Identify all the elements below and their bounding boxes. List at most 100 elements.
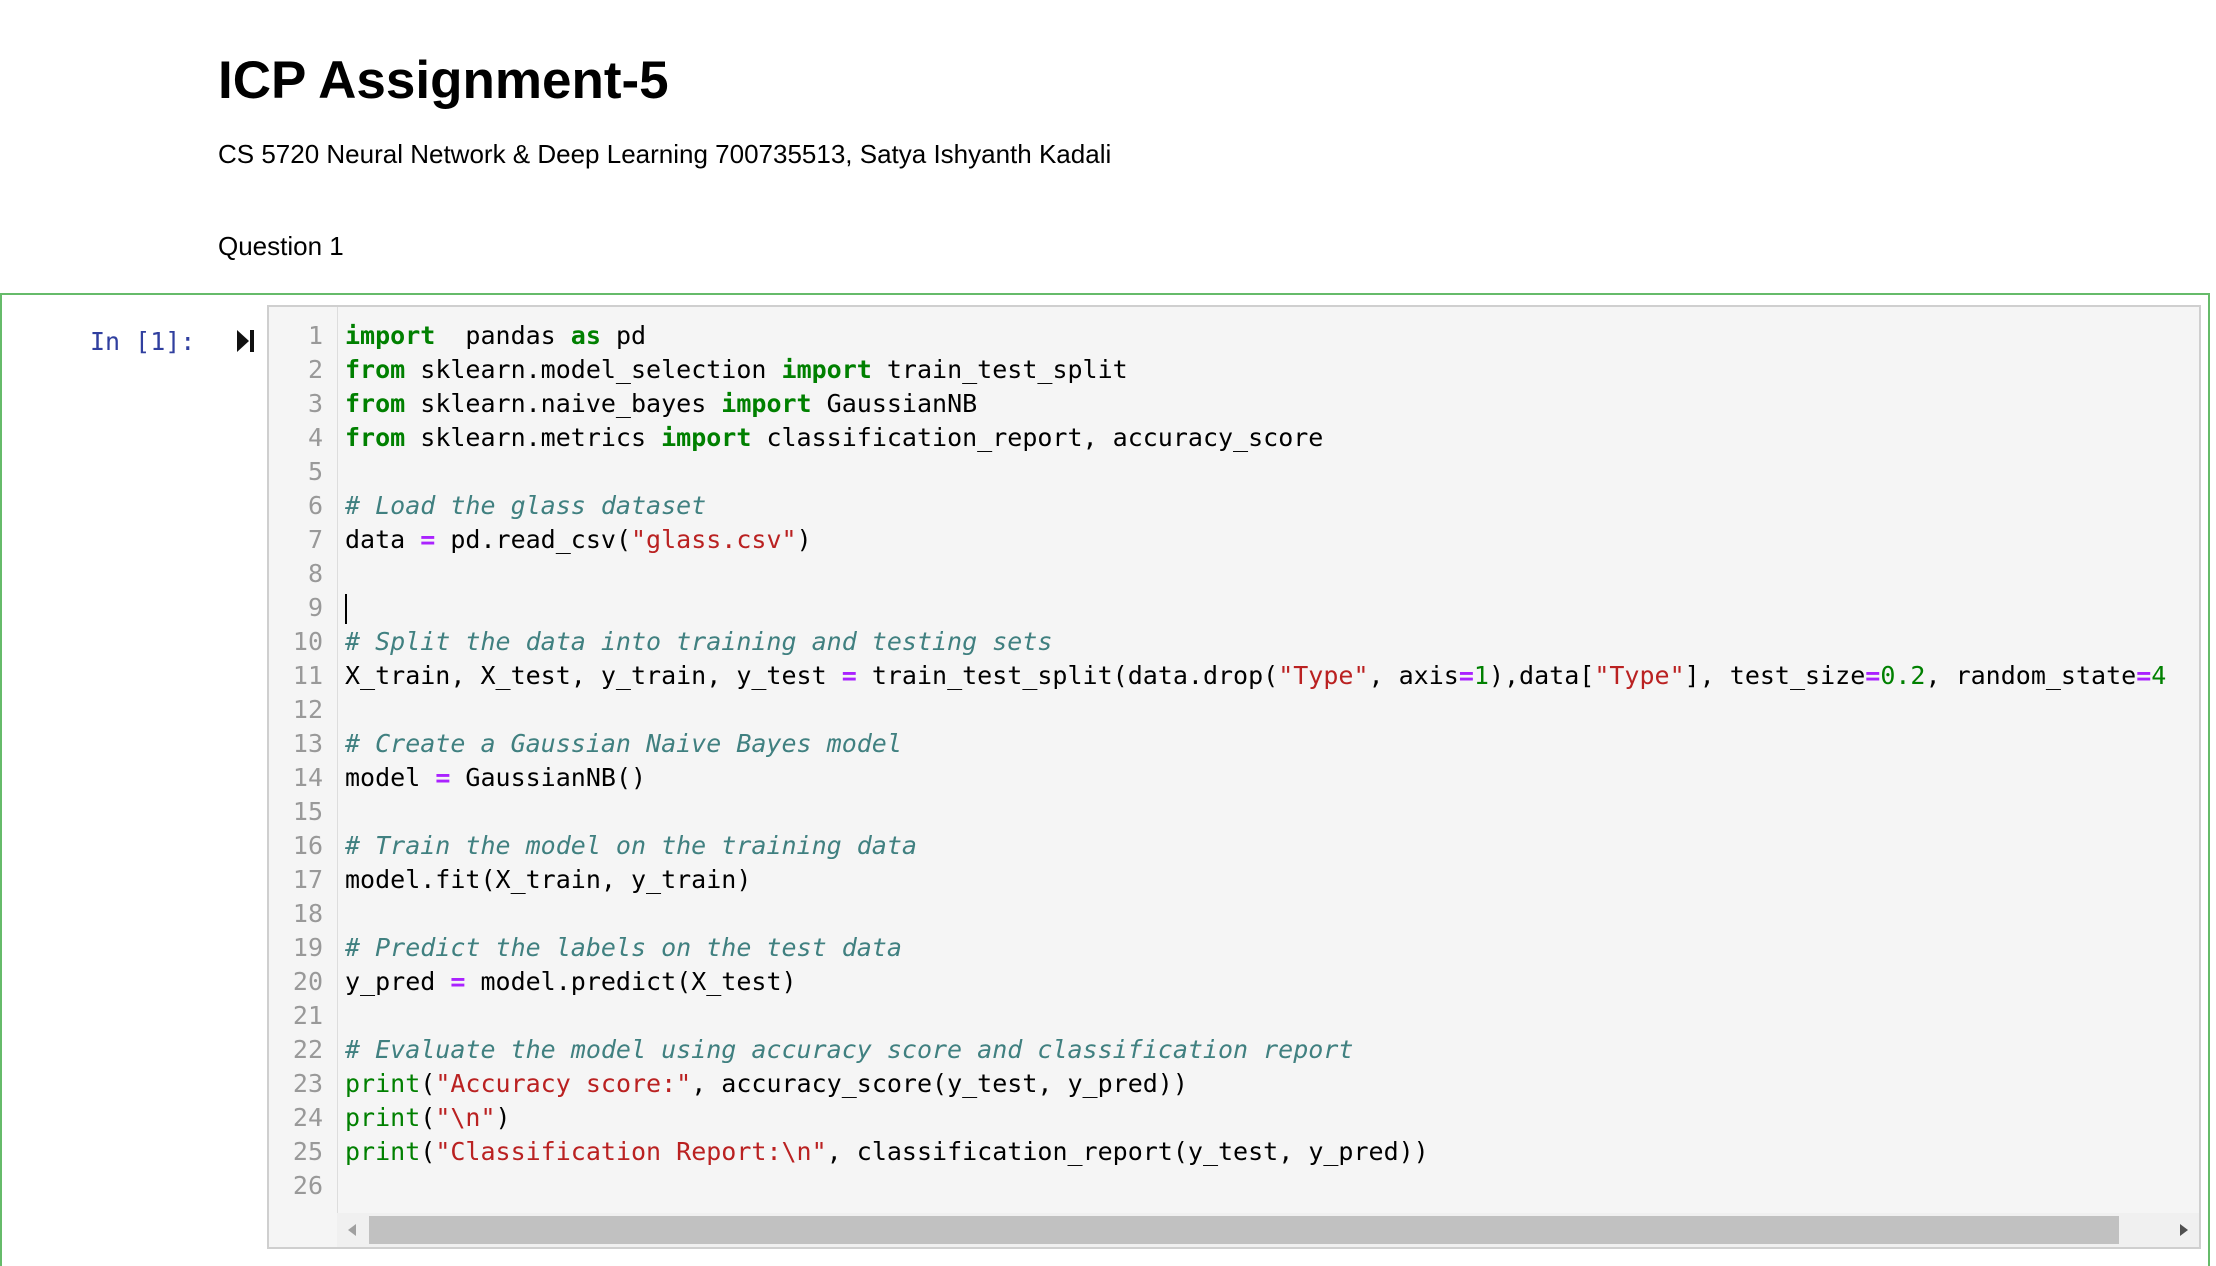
code-text[interactable]: # Train the model on the training data xyxy=(345,829,917,863)
code-token: ) xyxy=(495,1103,511,1132)
code-line[interactable]: 15 xyxy=(269,795,2199,829)
code-token: # Predict the labels on the test data xyxy=(345,933,902,962)
scroll-right-icon xyxy=(2180,1224,2188,1236)
notebook-title: ICP Assignment-5 xyxy=(218,51,669,110)
code-line[interactable]: 21 xyxy=(269,999,2199,1033)
code-token: "Accuracy score:" xyxy=(435,1069,692,1098)
notebook-subtitle: CS 5720 Neural Network & Deep Learning 7… xyxy=(218,139,1112,169)
code-text[interactable]: print("\n") xyxy=(345,1101,511,1135)
code-token: import xyxy=(661,423,752,452)
code-line[interactable]: 1 import pandas as pd xyxy=(269,319,2199,353)
scroll-right-button[interactable] xyxy=(2169,1213,2199,1247)
code-text[interactable]: y_pred = model.predict(X_test) xyxy=(345,965,797,999)
code-text[interactable]: print("Accuracy score:", accuracy_score(… xyxy=(345,1067,1188,1101)
code-line[interactable]: 26 xyxy=(269,1169,2199,1203)
code-text[interactable]: # Evaluate the model using accuracy scor… xyxy=(345,1033,1353,1067)
code-text[interactable]: # Load the glass dataset xyxy=(345,489,706,523)
code-token: print xyxy=(345,1069,421,1098)
code-lines[interactable]: 1 import pandas as pd 2 from sklearn.model_… xyxy=(269,319,2199,1203)
code-token: pd xyxy=(600,321,647,350)
scrollbar-thumb[interactable] xyxy=(369,1216,2119,1244)
run-cell-icon xyxy=(237,330,254,352)
code-token: = xyxy=(1865,661,1881,690)
code-token: # Train the model on the training data xyxy=(345,831,917,860)
code-token: sklearn.naive_bayes xyxy=(405,389,722,418)
code-token: import xyxy=(345,321,436,350)
code-line[interactable]: 25 print("Classification Report:\n", clas… xyxy=(269,1135,2199,1169)
horizontal-scrollbar[interactable] xyxy=(337,1213,2199,1247)
code-token: classification_report, accuracy_score xyxy=(751,423,1324,452)
line-number: 18 xyxy=(292,899,323,928)
code-line[interactable]: 18 xyxy=(269,897,2199,931)
line-number: 22 xyxy=(292,1035,323,1064)
code-cell[interactable]: In [1]: 1 import pandas as pd 2 from sklear… xyxy=(0,293,2210,1266)
line-number: 4 xyxy=(307,423,323,452)
code-token: sklearn.metrics xyxy=(405,423,662,452)
code-token: , random_state xyxy=(1925,661,2137,690)
code-text[interactable]: # Create a Gaussian Naive Bayes model xyxy=(345,727,902,761)
line-number: 1 xyxy=(307,321,323,350)
code-token: "glass.csv" xyxy=(631,525,797,554)
line-number: 19 xyxy=(292,933,323,962)
code-text[interactable]: print("Classification Report:\n", classi… xyxy=(345,1135,1429,1169)
line-number: 20 xyxy=(292,967,323,996)
line-number: 12 xyxy=(292,695,323,724)
code-line[interactable]: 22 # Evaluate the model using accuracy sc… xyxy=(269,1033,2199,1067)
code-text[interactable]: from sklearn.metrics import classificati… xyxy=(345,421,1323,455)
run-cell-button[interactable] xyxy=(234,321,258,361)
code-token: , classification_report(y_test, y_pred)) xyxy=(826,1137,1429,1166)
code-line[interactable]: 6 # Load the glass dataset xyxy=(269,489,2199,523)
code-line[interactable]: 10 # Split the data into training and tes… xyxy=(269,625,2199,659)
code-editor[interactable]: 1 import pandas as pd 2 from sklearn.model_… xyxy=(267,305,2201,1249)
code-token: "Classification Report:\n" xyxy=(435,1137,827,1166)
code-token: 1 xyxy=(1473,661,1489,690)
code-token: , accuracy_score(y_test, y_pred)) xyxy=(691,1069,1188,1098)
code-line[interactable]: 8 xyxy=(269,557,2199,591)
line-number: 23 xyxy=(292,1069,323,1098)
code-line[interactable]: 7 data = pd.read_csv("glass.csv") xyxy=(269,523,2199,557)
line-number: 5 xyxy=(307,457,323,486)
code-text[interactable] xyxy=(345,591,347,625)
line-number: 11 xyxy=(292,661,323,690)
code-line[interactable]: 17 model.fit(X_train, y_train) xyxy=(269,863,2199,897)
code-text[interactable]: from sklearn.model_selection import trai… xyxy=(345,353,1128,387)
line-number: 17 xyxy=(292,865,323,894)
code-text[interactable]: data = pd.read_csv("glass.csv") xyxy=(345,523,812,557)
code-line[interactable]: 19 # Predict the labels on the test data xyxy=(269,931,2199,965)
code-line[interactable]: 4 from sklearn.metrics import classificat… xyxy=(269,421,2199,455)
code-line[interactable]: 16 # Train the model on the training data xyxy=(269,829,2199,863)
code-line[interactable]: 23 print("Accuracy score:", accuracy_scor… xyxy=(269,1067,2199,1101)
notebook-page: ICP Assignment-5 CS 5720 Neural Network … xyxy=(0,0,2216,1266)
code-token: pd.read_csv( xyxy=(435,525,631,554)
code-line[interactable]: 13 # Create a Gaussian Naive Bayes model xyxy=(269,727,2199,761)
code-token: model.predict(X_test) xyxy=(465,967,797,996)
scroll-left-button[interactable] xyxy=(337,1213,367,1247)
code-line[interactable]: 12 xyxy=(269,693,2199,727)
code-line[interactable]: 5 xyxy=(269,455,2199,489)
code-text[interactable]: model.fit(X_train, y_train) xyxy=(345,863,751,897)
code-token: "Type" xyxy=(1594,661,1685,690)
line-number: 9 xyxy=(307,593,323,622)
line-number: 26 xyxy=(292,1171,323,1200)
code-line[interactable]: 11 X_train, X_test, y_train, y_test = tra… xyxy=(269,659,2199,693)
code-token: # Split the data into training and testi… xyxy=(345,627,1053,656)
code-token: X_train, X_test, y_train, y_test xyxy=(345,661,842,690)
code-line[interactable]: 2 from sklearn.model_selection import tra… xyxy=(269,353,2199,387)
code-text[interactable]: # Split the data into training and testi… xyxy=(345,625,1052,659)
code-line[interactable]: 3 from sklearn.naive_bayes import Gaussia… xyxy=(269,387,2199,421)
code-token: "Type" xyxy=(1278,661,1369,690)
code-token: = xyxy=(2136,661,2152,690)
code-token: as xyxy=(570,321,601,350)
code-token: print xyxy=(345,1137,421,1166)
code-line[interactable]: 9 xyxy=(269,591,2199,625)
code-line[interactable]: 24 print("\n") xyxy=(269,1101,2199,1135)
code-text[interactable]: import pandas as pd xyxy=(345,319,646,353)
code-line[interactable]: 14 model = GaussianNB() xyxy=(269,761,2199,795)
code-text[interactable]: from sklearn.naive_bayes import Gaussian… xyxy=(345,387,977,421)
code-token: from xyxy=(345,389,406,418)
code-text[interactable]: X_train, X_test, y_train, y_test = train… xyxy=(345,659,2166,693)
code-line[interactable]: 20 y_pred = model.predict(X_test) xyxy=(269,965,2199,999)
code-text[interactable]: # Predict the labels on the test data xyxy=(345,931,902,965)
code-token: # Load the glass dataset xyxy=(345,491,707,520)
code-text[interactable]: model = GaussianNB() xyxy=(345,761,646,795)
